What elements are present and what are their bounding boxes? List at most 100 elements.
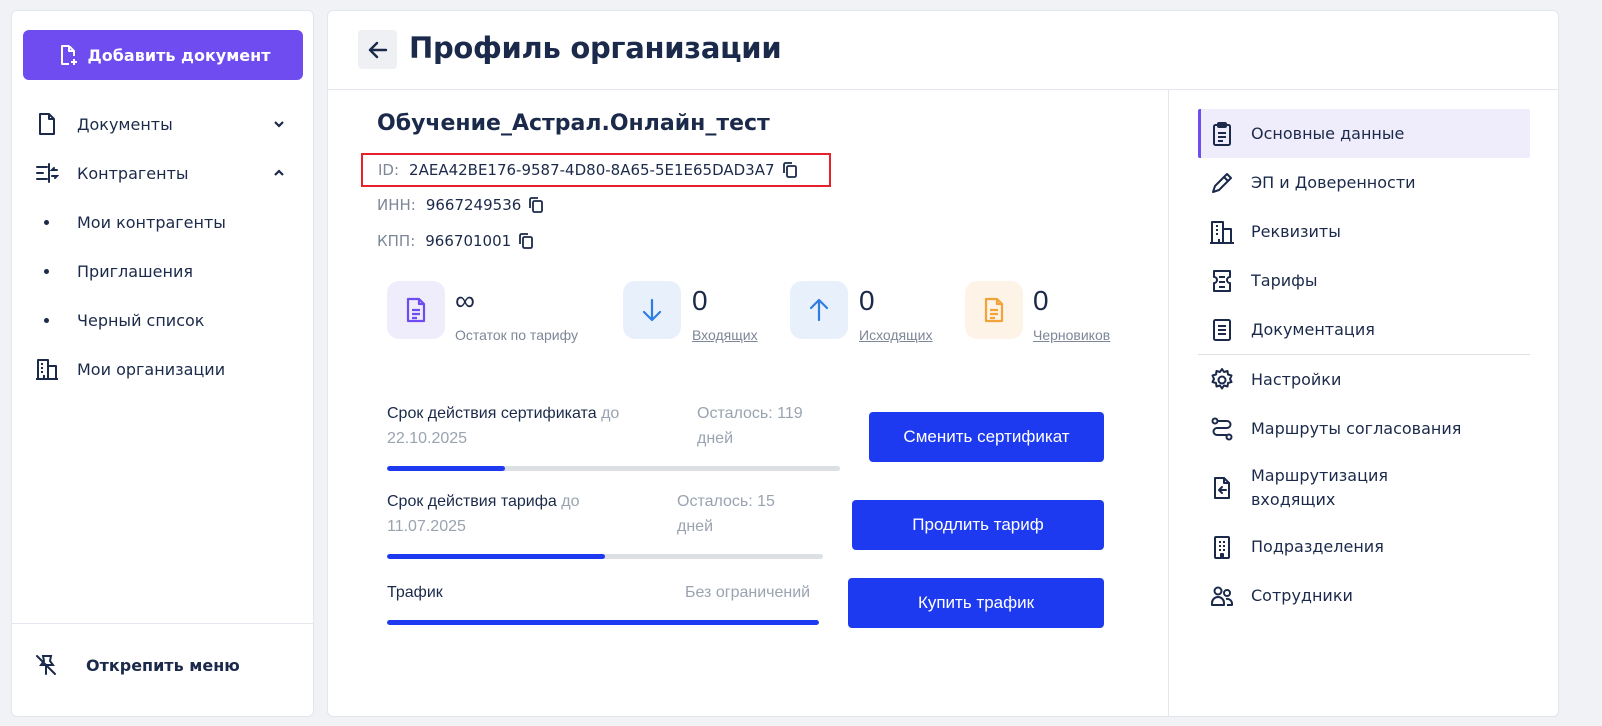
- drafts-link[interactable]: Черновиков: [1033, 327, 1110, 343]
- incoming-link[interactable]: Входящих: [692, 327, 758, 343]
- traffic-label: Трафик: [387, 584, 443, 601]
- building-icon: [34, 356, 60, 382]
- building-icon: [1210, 220, 1234, 244]
- cert-progress-fill: [387, 466, 505, 471]
- copy-icon[interactable]: [527, 196, 545, 214]
- bullet: [44, 219, 49, 225]
- menu-item-settings[interactable]: Настройки: [1198, 355, 1530, 404]
- tariff-remaining: Осталось: 15 дней: [677, 489, 775, 539]
- page-header: Профиль организации: [328, 11, 1558, 90]
- menu-item-tariffs[interactable]: Тарифы: [1198, 256, 1530, 305]
- cert-remaining-line2: дней: [697, 430, 734, 447]
- outgoing-link[interactable]: Исходящих: [859, 327, 932, 343]
- menu-item-basic-data[interactable]: Основные данные: [1198, 109, 1530, 158]
- menu-item-employees[interactable]: Сотрудники: [1198, 571, 1530, 620]
- tariff-progress-bar: [387, 554, 823, 559]
- stat-value: 0: [692, 285, 708, 316]
- add-document-icon: [60, 45, 77, 65]
- organization-name: Обучение_Астрал.Онлайн_тест: [377, 111, 770, 136]
- tariff-progress-fill: [387, 554, 605, 559]
- sidebar-item-documents[interactable]: Документы: [34, 104, 294, 144]
- cert-remaining: Осталось: 119 дней: [697, 401, 803, 451]
- main-panel: Профиль организации Обучение_Астрал.Онла…: [327, 10, 1559, 717]
- cert-progress-bar: [387, 466, 840, 471]
- sidebar: Добавить документ Документы Контрагенты …: [11, 10, 314, 717]
- stat-tile: [790, 281, 848, 339]
- menu-item-signatures[interactable]: ЭП и Доверенности: [1198, 158, 1530, 207]
- contractors-icon: [34, 160, 60, 186]
- org-id-label: ID:: [378, 161, 400, 179]
- document-icon: [406, 297, 426, 323]
- vertical-divider: [1168, 90, 1169, 716]
- page-title: Профиль организации: [409, 31, 782, 65]
- unpin-menu-label: Открепить меню: [86, 655, 240, 675]
- arrow-left-icon: [368, 41, 387, 58]
- tariff-expiry-label: Срок действия тарифа до 11.07.2025: [387, 489, 677, 539]
- sidebar-item-label: Документы: [77, 114, 173, 134]
- add-document-button[interactable]: Добавить документ: [23, 30, 303, 80]
- sidebar-divider: [12, 623, 313, 624]
- unpin-menu-button[interactable]: Открепить меню: [34, 647, 294, 683]
- menu-item-label: Тарифы: [1251, 270, 1318, 290]
- stat-tariff-remaining: ∞ Остаток по тарифу: [387, 281, 607, 343]
- traffic-progress-bar: [387, 620, 819, 625]
- menu-item-approval-routes[interactable]: Маршруты согласования: [1198, 404, 1530, 453]
- menu-item-documentation[interactable]: Документация: [1198, 305, 1530, 354]
- arrow-down-icon: [642, 298, 662, 322]
- menu-item-label: Сотрудники: [1251, 585, 1353, 605]
- menu-item-departments[interactable]: Подразделения: [1198, 522, 1530, 571]
- menu-item-label: Настройки: [1251, 369, 1342, 389]
- stat-incoming: 0 Входящих: [623, 281, 773, 343]
- copy-icon[interactable]: [517, 232, 535, 250]
- chevron-down-icon: [274, 121, 284, 128]
- tariff-label-text: Срок действия тарифа: [387, 493, 557, 510]
- clipboard-icon: [1213, 121, 1231, 146]
- extend-tariff-button[interactable]: Продлить тариф: [852, 500, 1104, 550]
- stat-drafts: 0 Черновиков: [965, 281, 1125, 343]
- org-inn-label: ИНН:: [377, 196, 416, 214]
- sidebar-subitem-my-contractors[interactable]: Мои контрагенты: [34, 204, 294, 240]
- menu-item-label: Маршруты согласования: [1251, 418, 1462, 438]
- inbox-routing-icon: [1214, 477, 1230, 499]
- sidebar-subitem-label: Черный список: [77, 310, 205, 330]
- org-kpp-value: 966701001: [425, 232, 512, 250]
- sidebar-item-label: Мои организации: [77, 359, 226, 379]
- arrow-up-icon: [809, 298, 829, 322]
- org-kpp-row: КПП: 966701001: [377, 229, 535, 253]
- sidebar-subitem-label: Мои контрагенты: [77, 212, 226, 232]
- pen-icon: [1212, 172, 1232, 193]
- documentation-icon: [1213, 318, 1231, 341]
- org-inn-value: 9667249536: [425, 196, 522, 214]
- menu-item-label: Документация: [1251, 319, 1375, 339]
- buy-traffic-button[interactable]: Купить трафик: [848, 578, 1104, 628]
- cert-date-prefix: до: [601, 405, 620, 422]
- back-button[interactable]: [358, 30, 397, 69]
- sidebar-item-label: Контрагенты: [77, 163, 189, 183]
- menu-item-label: Подразделения: [1251, 536, 1384, 556]
- cert-label-text: Срок действия сертификата: [387, 405, 597, 422]
- copy-icon[interactable]: [781, 161, 799, 179]
- tariff-date-prefix: до: [561, 493, 580, 510]
- org-id-row: ID: 2AEA42BE176-9587-4D80-8A65-5E1E65DAD…: [361, 153, 831, 187]
- sidebar-subitem-blacklist[interactable]: Черный список: [34, 302, 294, 338]
- sidebar-subitem-invitations[interactable]: Приглашения: [34, 253, 294, 289]
- menu-item-requisites[interactable]: Реквизиты: [1198, 207, 1530, 256]
- bullet: [44, 268, 49, 274]
- traffic-remaining: Без ограничений: [685, 584, 811, 601]
- menu-item-label: ЭП и Доверенности: [1251, 172, 1416, 192]
- draft-icon: [984, 297, 1004, 323]
- sidebar-item-my-organizations[interactable]: Мои организации: [34, 349, 294, 389]
- stat-tile: [387, 281, 445, 339]
- org-inn-row: ИНН: 9667249536: [377, 193, 545, 217]
- chevron-up-icon: [274, 169, 284, 176]
- org-id-value: 2AEA42BE176-9587-4D80-8A65-5E1E65DAD3A7: [409, 161, 775, 179]
- add-document-label: Добавить документ: [87, 45, 271, 65]
- cert-date: 22.10.2025: [387, 430, 468, 447]
- sidebar-item-contractors[interactable]: Контрагенты: [34, 153, 294, 193]
- cert-remaining-line1: Осталось: 119: [697, 405, 803, 422]
- menu-item-incoming-routing[interactable]: Маршрутизация входящих: [1198, 462, 1530, 514]
- stat-caption: Остаток по тарифу: [455, 327, 578, 343]
- stat-value: ∞: [455, 285, 475, 316]
- change-certificate-button[interactable]: Сменить сертификат: [869, 412, 1104, 462]
- document-icon: [34, 111, 60, 137]
